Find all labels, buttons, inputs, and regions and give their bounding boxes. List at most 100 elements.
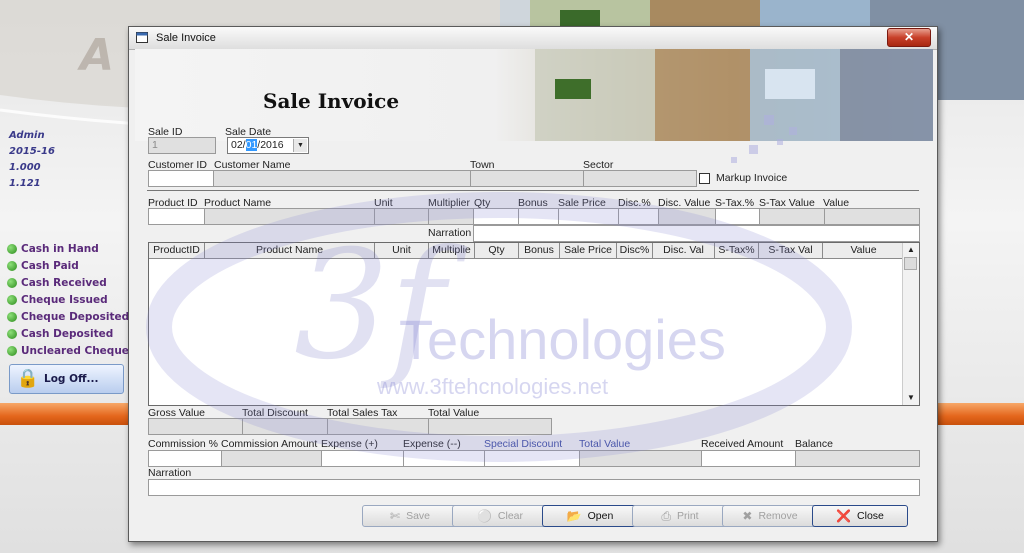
bullet-icon [7,260,17,271]
clear-icon: ⚪ [476,509,492,523]
print-button[interactable]: ⎙ Print [632,505,728,527]
bonus-field[interactable] [518,208,559,225]
product-id-field[interactable] [148,208,205,225]
col-qty[interactable]: Qty [475,243,519,258]
commission-pct-field[interactable] [148,450,222,467]
menu-item-label: Cash in Hand [21,242,99,255]
divider [147,190,919,191]
col-stax-val[interactable]: S-Tax Val [759,243,823,258]
open-button[interactable]: 📂 Open [542,505,638,527]
scroll-thumb[interactable] [904,257,917,270]
grid-scrollbar[interactable]: ▲ ▼ [902,243,919,405]
col-sale-price[interactable]: Sale Price [560,243,617,258]
col-stax-pct[interactable]: S-Tax% [715,243,759,258]
stax-value-field [759,208,825,225]
sale-date-year: /2016 [257,139,284,151]
total-value2-field [579,450,702,467]
commission-pct-label: Commission % [148,438,219,450]
special-discount-field[interactable] [484,450,580,467]
open-label: Open [587,510,614,522]
disc-pct-field[interactable] [618,208,659,225]
form-heading: Sale Invoice [263,89,400,113]
received-amount-field[interactable] [701,450,796,467]
menu-item-cash-paid[interactable]: Cash Paid [7,257,135,274]
col-product-name[interactable]: Product Name [205,243,375,258]
title-bar: Sale Invoice ✕ [129,27,937,50]
col-disc-val[interactable]: Disc. Val [653,243,715,258]
commission-amount-label: Commission Amount [221,438,318,450]
scroll-down-icon[interactable]: ▼ [903,391,919,405]
unit-field [374,208,429,225]
town-field [470,170,584,187]
save-label: Save [406,510,430,522]
menu-item-label: Uncleared Cheques [21,344,135,357]
grid-header: ProductID Product Name Unit Multiplie Qt… [149,243,905,259]
app-logo: A [80,30,114,81]
disc-value-field [658,208,716,225]
balance-field [795,450,920,467]
stax-pct-field[interactable] [715,208,760,225]
total-discount-field [242,418,328,435]
remove-button[interactable]: ✖ Remove [722,505,818,527]
remove-label: Remove [758,510,798,522]
menu-item-uncleared-cheques[interactable]: Uncleared Cheques [7,342,135,359]
menu-item-cheque-deposited[interactable]: Cheque Deposited [7,308,135,325]
col-product-id[interactable]: ProductID [149,243,205,258]
markup-invoice-checkbox[interactable] [699,173,710,184]
window-title: Sale Invoice [156,32,216,44]
menu-item-label: Cheque Deposited [21,310,130,323]
value-field [824,208,920,225]
expense-plus-field[interactable] [321,450,404,467]
side-menu: Cash in Hand Cash Paid Cash Received Che… [7,240,135,359]
close-button[interactable]: ❌ Close [812,505,908,527]
total-value2-label: Total Value [579,438,631,450]
menu-item-cash-deposited[interactable]: Cash Deposited [7,325,135,342]
menu-item-cash-received[interactable]: Cash Received [7,274,135,291]
col-disc-pct[interactable]: Disc% [617,243,653,258]
print-label: Print [677,510,699,522]
col-bonus[interactable]: Bonus [519,243,560,258]
clear-button[interactable]: ⚪ Clear [452,505,548,527]
chevron-down-icon[interactable]: ▼ [293,139,307,152]
save-icon: ✄ [390,509,401,523]
total-value-field [428,418,552,435]
bullet-icon [7,243,17,254]
markup-invoice-label: Markup Invoice [716,172,788,184]
special-discount-label: Special Discount [484,438,563,450]
commission-amount-field [221,450,322,467]
customer-id-field[interactable] [148,170,214,187]
window-close-button[interactable]: ✕ [887,28,931,47]
user-lock-icon: 🔒 [16,368,40,389]
item-narration-field[interactable] [473,225,920,242]
invoice-narration-field[interactable] [148,479,920,496]
sale-price-field[interactable] [558,208,619,225]
logoff-button[interactable]: 🔒 Log Off... [9,364,124,394]
invoice-items-grid[interactable]: ProductID Product Name Unit Multiplie Qt… [148,242,920,406]
col-multiplier[interactable]: Multiplie [429,243,475,258]
user-name: Admin [9,130,45,141]
menu-item-label: Cash Deposited [21,327,114,340]
expense-minus-field[interactable] [403,450,485,467]
bullet-icon [7,328,17,339]
bullet-icon [7,311,17,322]
menu-item-cash-in-hand[interactable]: Cash in Hand [7,240,135,257]
col-unit[interactable]: Unit [375,243,429,258]
qty-field[interactable] [473,208,519,225]
save-button[interactable]: ✄ Save [362,505,458,527]
bullet-icon [7,345,17,356]
remove-icon: ✖ [742,509,753,523]
sale-date-picker[interactable]: 02/01/2016 ▼ [227,137,309,154]
sector-field [583,170,697,187]
sale-invoice-window: Sale Invoice ✕ Sale Invoice Sale ID 1 Sa… [128,26,938,542]
col-value[interactable]: Value [823,243,905,258]
menu-item-label: Cash Received [21,276,107,289]
narration2-label: Narration [148,467,192,479]
printer-icon: ⎙ [661,508,671,523]
total-sales-tax-field [327,418,429,435]
clear-label: Clear [497,510,524,522]
scroll-up-icon[interactable]: ▲ [903,243,919,257]
fiscal-year: 2015-16 [9,146,55,157]
menu-item-cheque-issued[interactable]: Cheque Issued [7,291,135,308]
sale-date-day: 02/ [231,139,246,151]
gross-value-field [148,418,243,435]
